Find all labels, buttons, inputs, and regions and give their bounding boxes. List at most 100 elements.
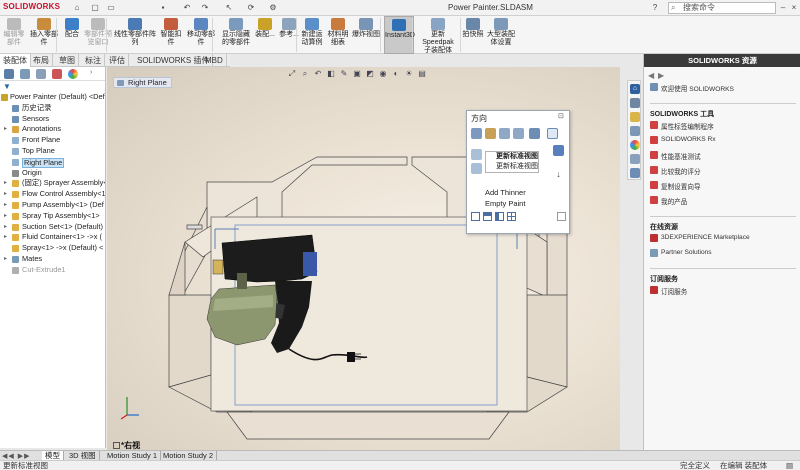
view-palette-icon[interactable] [630, 126, 640, 136]
select-icon[interactable]: ↖ [224, 3, 234, 13]
tree-node-icon [12, 234, 19, 242]
minimize-button[interactable]: – [778, 2, 788, 13]
pin-icon[interactable]: ⊡ [558, 112, 566, 120]
expand-arrow-icon[interactable]: ▸ [4, 124, 10, 135]
tree-node[interactable]: ▸ Annotations [0, 124, 105, 135]
ribbon-button-4[interactable]: 线性零部件阵列 [112, 16, 158, 54]
rebuild-icon[interactable]: ⟳ [246, 3, 256, 13]
tree-node[interactable]: Origin [0, 168, 105, 179]
two-view-vertical-icon[interactable] [495, 212, 504, 221]
ribbon-button-15[interactable]: 拍快照 [462, 16, 484, 54]
file-explorer-icon[interactable] [630, 112, 640, 122]
four-view-icon[interactable] [507, 212, 516, 221]
back-arrow-icon[interactable]: ◀ [648, 71, 654, 80]
ribbon-separator [56, 18, 57, 52]
ribbon-button-7[interactable]: 显示隐藏 的零部件 [220, 16, 252, 54]
design-library-icon[interactable] [630, 98, 640, 108]
new-document-icon[interactable]: ▢ [90, 3, 100, 13]
tree-node[interactable]: Sensors [0, 114, 105, 125]
dimxpert-tab-icon[interactable] [52, 69, 62, 79]
tree-node[interactable]: Power Painter (Default) <Def [0, 92, 105, 103]
feature-tree-tab-icon[interactable] [4, 69, 14, 79]
expand-arrow-icon[interactable]: › [90, 69, 100, 79]
tree-node[interactable]: ▸ Spray Tip Assembly<1> [0, 211, 105, 222]
tab-6[interactable]: MBD [202, 54, 227, 67]
search-input[interactable]: ⌕ 搜索命令 [668, 2, 776, 14]
expand-arrow-icon[interactable]: ▸ [4, 222, 10, 233]
view-empty-paint[interactable]: Empty Paint [485, 199, 525, 208]
tree-node[interactable]: ▸ (固定) Sprayer Assembly< [0, 178, 105, 189]
expand-arrow-icon[interactable]: ▸ [4, 189, 10, 200]
configuration-manager-tab-icon[interactable] [36, 69, 46, 79]
ribbon-button-0[interactable]: 编辑零 部件 [2, 16, 26, 54]
tree-node[interactable]: ▸ Fluid Container<1> ->x ( [0, 232, 105, 243]
expand-arrow-icon[interactable]: ▸ [4, 211, 10, 222]
save-icon[interactable]: ▪ [158, 3, 168, 13]
tree-node[interactable]: Top Plane [0, 146, 105, 157]
resources-home-icon[interactable]: ⌂ [630, 84, 640, 94]
redo-icon[interactable]: ↷ [200, 3, 210, 13]
display-manager-tab-icon[interactable] [68, 69, 78, 79]
update-standard-views-icon[interactable] [547, 128, 558, 139]
tree-node[interactable]: ▸ Mates [0, 254, 105, 265]
close-button[interactable]: × [789, 2, 799, 13]
options-gear-icon[interactable]: ⚙ [268, 3, 278, 13]
menu-item-update-standard-views[interactable]: 更新标准视图 [486, 152, 538, 162]
tree-node[interactable]: Spray<1> ->x (Default) < [0, 243, 105, 254]
isometric-view-icon[interactable] [471, 163, 482, 174]
tree-node[interactable]: 历史记录 [0, 103, 105, 114]
solidworks-forum-icon[interactable] [630, 168, 640, 178]
appearances-icon[interactable] [630, 140, 640, 150]
link-icon [650, 286, 658, 294]
units-icon[interactable]: ▤ [786, 461, 793, 470]
down-arrow-icon[interactable]: ↓ [553, 169, 564, 180]
ribbon-button-8[interactable]: 装配... [254, 16, 276, 54]
tab-3[interactable]: 标注 [82, 54, 105, 67]
filter-icon[interactable]: ▼ [3, 82, 11, 91]
blue-cube-icon[interactable] [553, 145, 564, 156]
tree-node[interactable]: Front Plane [0, 135, 105, 146]
view-add-thinner[interactable]: Add Thinner [485, 188, 526, 197]
custom-properties-icon[interactable] [630, 154, 640, 164]
tree-node[interactable]: Cut-Extrude1 [0, 265, 105, 276]
home-icon[interactable]: ⌂ [72, 3, 82, 13]
property-manager-tab-icon[interactable] [20, 69, 30, 79]
tab-2[interactable]: 草图 [56, 54, 79, 67]
view-cube-icon[interactable] [471, 149, 482, 160]
tab-scroll-arrows-icon[interactable]: ◀◀ ▶▶ [2, 452, 30, 460]
link-views-icon[interactable] [557, 212, 566, 221]
ribbon-button-16[interactable]: 大型装配 体设置 [486, 16, 516, 54]
ribbon-button-12[interactable]: 爆炸视图 [352, 16, 380, 54]
tree-node-icon [12, 212, 19, 220]
ribbon-button-5[interactable]: 智能扣 件 [160, 16, 182, 54]
tree-node[interactable]: Right Plane [0, 157, 105, 168]
tree-node-icon [12, 126, 19, 134]
new-view-icon[interactable] [499, 128, 510, 139]
undo-icon[interactable]: ↶ [182, 3, 192, 13]
ribbon-button-2[interactable]: 配合 [62, 16, 82, 54]
tab-0[interactable]: 装配体 [0, 54, 31, 67]
tree-node[interactable]: ▸ Flow Control Assembly<1 [0, 189, 105, 200]
tab-4[interactable]: 评估 [106, 54, 129, 67]
ribbon-button-13[interactable]: Instant3D [384, 16, 415, 54]
forward-arrow-icon[interactable]: ▶ [658, 71, 664, 80]
expand-arrow-icon[interactable]: ▸ [4, 232, 10, 243]
tree-node[interactable]: ▸ Pump Assembly<1> (Def [0, 200, 105, 211]
help-icon[interactable]: ? [650, 2, 660, 13]
expand-arrow-icon[interactable]: ▸ [4, 178, 10, 189]
view-selector-icon[interactable] [529, 128, 540, 139]
two-view-horizontal-icon[interactable] [483, 212, 492, 221]
open-folder-icon[interactable]: ▭ [106, 3, 116, 13]
ribbon-button-11[interactable]: 材料明 细表 [326, 16, 350, 54]
ribbon-button-14[interactable]: 更新 Speedpak 子装配体 [416, 16, 460, 54]
wireframe-view-icon[interactable] [485, 128, 496, 139]
ribbon-button-3[interactable]: 零部件预 览窗口 [84, 16, 112, 54]
normal-to-icon[interactable] [471, 128, 482, 139]
reset-view-icon[interactable] [513, 128, 524, 139]
ribbon-button-10[interactable]: 新建运 动算例 [300, 16, 324, 54]
expand-arrow-icon[interactable]: ▸ [4, 200, 10, 211]
expand-arrow-icon[interactable]: ▸ [4, 254, 10, 265]
single-view-icon[interactable] [471, 212, 480, 221]
tab-1[interactable]: 布局 [30, 54, 53, 67]
tree-node[interactable]: ▸ Suction Set<1> (Default) [0, 222, 105, 233]
